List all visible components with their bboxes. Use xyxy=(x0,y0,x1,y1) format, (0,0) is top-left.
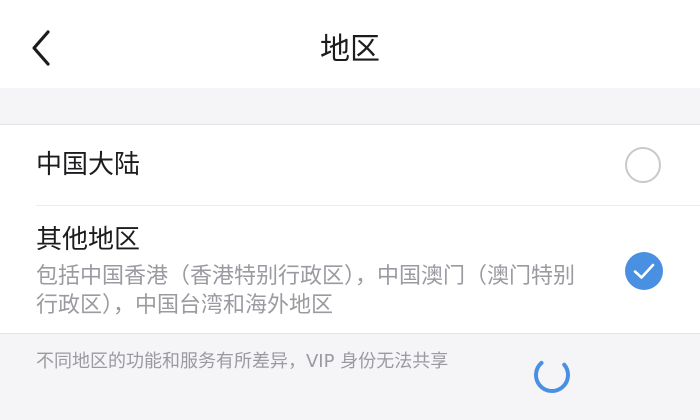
section-gap xyxy=(0,88,700,124)
loading-spinner-icon xyxy=(532,355,572,395)
nav-bar: 地区 xyxy=(0,0,700,88)
region-option-label: 中国大陆 xyxy=(36,150,141,180)
region-option-description: 包括中国香港（香港特别行政区），中国澳门（澳门特别行政区），中国台湾和海外地区 xyxy=(36,264,576,318)
region-list: 中国大陆 其他地区 包括中国香港（香港特别行政区），中国澳门（澳门特别行政区），… xyxy=(0,124,700,334)
region-option-other[interactable]: 其他地区 包括中国香港（香港特别行政区），中国澳门（澳门特别行政区），中国台湾和… xyxy=(0,206,700,334)
region-option-label: 其他地区 xyxy=(36,225,141,255)
region-option-mainland[interactable]: 中国大陆 xyxy=(0,125,700,205)
radio-checked-icon[interactable] xyxy=(625,252,663,290)
footer-note: 不同地区的功能和服务有所差异，VIP 身份无法共享 xyxy=(36,351,449,372)
radio-unchecked-icon[interactable] xyxy=(625,147,661,183)
page-title: 地区 xyxy=(320,32,380,67)
region-settings-page: 地区 中国大陆 其他地区 包括中国香港（香港特别行政区），中国澳门（澳门特别行政… xyxy=(0,0,700,420)
